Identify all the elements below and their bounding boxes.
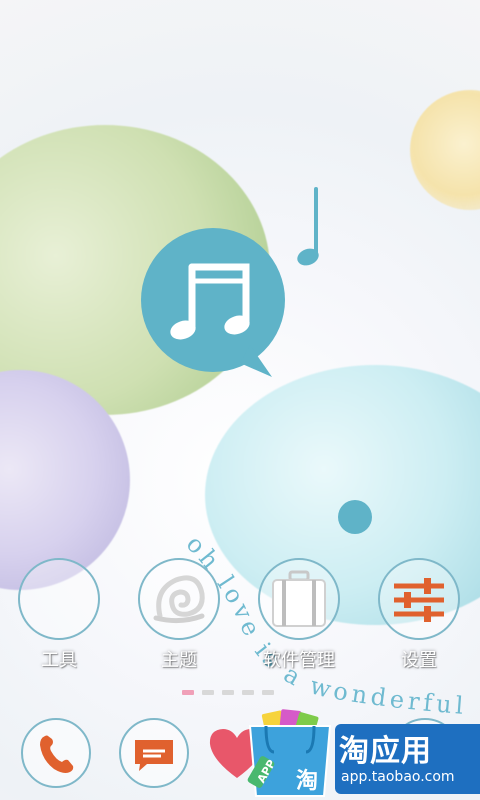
- spiral-shell-icon: [138, 558, 220, 640]
- dock-phone-button[interactable]: [21, 718, 91, 788]
- app-software-manager[interactable]: 软件管理: [258, 558, 340, 672]
- page-dot-1[interactable]: [182, 690, 194, 695]
- page-dot-3[interactable]: [222, 690, 234, 695]
- blue-dot: [338, 500, 372, 534]
- app-settings[interactable]: 设置: [378, 558, 460, 672]
- page-dot-4[interactable]: [242, 690, 254, 695]
- bag-glyph: 淘: [296, 768, 318, 794]
- banner-url: app.taobao.com: [341, 769, 455, 785]
- page-dot-5[interactable]: [262, 690, 274, 695]
- taobao-bag-icon[interactable]: APP 淘: [244, 708, 336, 800]
- banner-title: 淘应用: [339, 734, 432, 769]
- dock-message-button[interactable]: [119, 718, 189, 788]
- tools-icon: [18, 558, 100, 640]
- page-indicator: [182, 690, 274, 695]
- app-themes[interactable]: 主题: [138, 558, 220, 672]
- app-tools-label: 工具: [41, 650, 77, 671]
- app-settings-label: 设置: [401, 650, 437, 671]
- app-tools[interactable]: 工具: [18, 558, 100, 672]
- yellow-pebble: [410, 90, 480, 210]
- message-icon: [135, 740, 173, 771]
- taobao-banner[interactable]: 淘应用 app.taobao.com: [335, 724, 480, 794]
- app-software-manager-label: 软件管理: [263, 650, 335, 671]
- eighth-note-icon: [297, 187, 319, 266]
- page-dot-2[interactable]: [202, 690, 214, 695]
- app-themes-label: 主题: [161, 650, 197, 671]
- home-screen: oh love is a wonderful t 工具 主题 软件管理: [0, 0, 480, 800]
- phone-icon: [40, 735, 74, 773]
- suitcase-icon: [258, 558, 340, 640]
- sliders-icon: [378, 558, 460, 640]
- music-widget-icon[interactable]: [140, 225, 295, 385]
